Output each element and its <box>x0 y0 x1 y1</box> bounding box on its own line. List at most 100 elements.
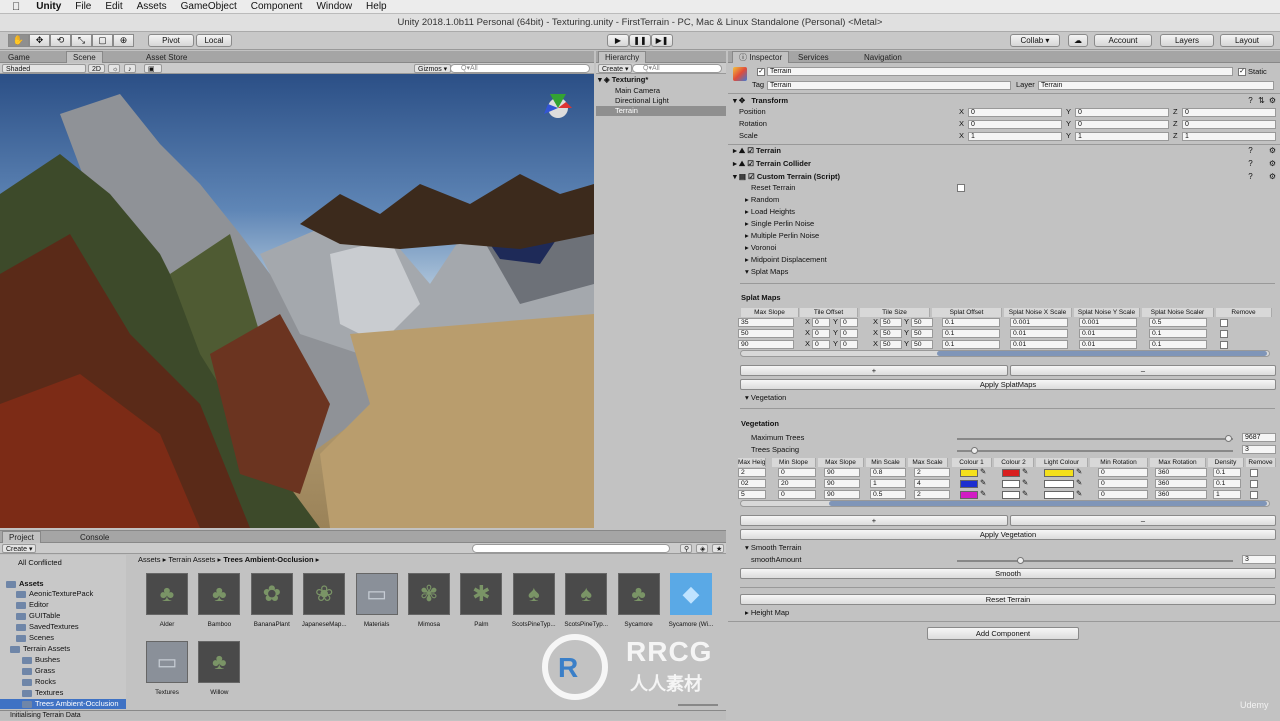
menu-file[interactable]: File <box>75 1 91 12</box>
splat-remove-checkbox[interactable] <box>1220 319 1228 327</box>
asset-item[interactable]: ✱ Palm <box>457 573 505 628</box>
foldout-midpoint-displacement[interactable]: ▸ Midpoint Displacement <box>745 255 827 265</box>
vegetation-scrollbar[interactable] <box>740 500 1270 507</box>
asset-item[interactable]: ♠ ScotsPineTyp... <box>562 573 610 628</box>
tree-item-savedtextures[interactable]: SavedTextures <box>0 622 126 632</box>
asset-item[interactable]: ♣ Sycamore <box>615 573 663 628</box>
eyedropper-icon[interactable]: ✎ <box>980 467 986 477</box>
vegetation-add-button[interactable]: + <box>740 515 1008 526</box>
splat-size-x-input[interactable]: 50 <box>880 318 902 327</box>
veg-max-rotation-input[interactable]: 360 <box>1155 479 1207 488</box>
veg-min-scale-input[interactable]: 0.5 <box>870 490 906 499</box>
help-icon[interactable]: ? <box>1246 146 1255 155</box>
transform-rotation-x-input[interactable]: 0 <box>968 120 1062 129</box>
tree-item-trees-ambient-occlusion[interactable]: Trees Ambient-Occlusion <box>0 699 126 709</box>
height-map-foldout[interactable]: ▸ Height Map <box>745 608 789 618</box>
settings-gear-icon[interactable]: ⚙ <box>1268 172 1277 181</box>
terrain-collider-header[interactable]: ▸ ⛰ ☑ Terrain Collider <box>733 159 811 169</box>
pause-button[interactable]: ❚❚ <box>629 34 651 47</box>
hierarchy-item-terrain[interactable]: Terrain <box>596 106 726 116</box>
tab-game[interactable]: Game <box>2 52 36 63</box>
asset-item[interactable]: ♠ ScotsPineTyp... <box>510 573 558 628</box>
splat-max-slope-input[interactable]: 90 <box>738 340 794 349</box>
eyedropper-icon[interactable]: ✎ <box>1076 478 1082 488</box>
apply-splatmaps-button[interactable]: Apply SplatMaps <box>740 379 1276 390</box>
trees-spacing-slider[interactable] <box>957 450 1233 452</box>
reset-terrain-checkbox[interactable] <box>957 184 965 192</box>
asset-item[interactable]: ▭ Textures <box>143 641 191 696</box>
cloud-icon[interactable]: ☁ <box>1068 34 1088 47</box>
veg-max-rotation-input[interactable]: 360 <box>1155 490 1207 499</box>
settings-gear-icon[interactable]: ⚙ <box>1268 159 1277 168</box>
splat-remove-button[interactable]: – <box>1010 365 1276 376</box>
presets-icon[interactable]: ⇅ <box>1257 96 1266 105</box>
tree-item-rocks[interactable]: Rocks <box>0 677 126 687</box>
menu-component[interactable]: Component <box>251 1 303 12</box>
favorite-star-icon[interactable]: ★ <box>712 544 724 553</box>
transform-rotation-y-input[interactable]: 0 <box>1075 120 1169 129</box>
tree-item-all-conflicted[interactable]: All Conflicted <box>0 558 126 568</box>
tree-item-grass[interactable]: Grass <box>0 666 126 676</box>
veg-max-height-input[interactable]: 5 <box>738 490 766 499</box>
light-colour-swatch[interactable] <box>1044 491 1074 499</box>
2d-toggle[interactable]: 2D <box>88 64 105 73</box>
tag-dropdown[interactable]: Terrain <box>767 81 1011 90</box>
asset-item[interactable]: ❀ JapaneseMap... <box>300 573 348 628</box>
reset-terrain-button[interactable]: Reset Terrain <box>740 594 1276 605</box>
colour2-swatch[interactable] <box>1002 469 1020 477</box>
asset-item[interactable]: ✾ Mimosa <box>405 573 453 628</box>
add-component-button[interactable]: Add Component <box>927 627 1079 640</box>
scene-search-input[interactable]: Q▾All <box>450 64 590 73</box>
scene-view[interactable] <box>0 74 594 528</box>
veg-min-scale-input[interactable]: 0.8 <box>870 468 906 477</box>
splat-noise-x-input[interactable]: 0.001 <box>1010 318 1068 327</box>
smooth-amount-slider[interactable] <box>957 560 1233 562</box>
max-trees-slider[interactable] <box>957 438 1233 440</box>
foldout-random[interactable]: ▸ Random <box>745 195 779 205</box>
step-button[interactable]: ▶❚ <box>651 34 673 47</box>
object-name-input[interactable]: Terrain <box>767 67 1233 76</box>
thumbnail-size-slider[interactable] <box>678 704 718 706</box>
layer-dropdown[interactable]: Terrain <box>1038 81 1274 90</box>
menu-help[interactable]: Help <box>366 1 387 12</box>
asset-item[interactable]: ◆ Sycamore (Wi... <box>667 573 715 628</box>
splat-max-slope-input[interactable]: 50 <box>738 329 794 338</box>
splat-offset-y-input[interactable]: 0 <box>840 318 858 327</box>
veg-max-scale-input[interactable]: 2 <box>914 490 950 499</box>
asset-item[interactable]: ▭ Materials <box>353 573 401 628</box>
colour2-swatch[interactable] <box>1002 480 1020 488</box>
settings-gear-icon[interactable]: ⚙ <box>1268 146 1277 155</box>
transform-tool-icon[interactable]: ⊕ <box>113 34 134 47</box>
audio-toggle-icon[interactable]: ♪ <box>124 64 136 73</box>
splat-offset-y-input[interactable]: 0 <box>840 340 858 349</box>
transform-rotation-z-input[interactable]: 0 <box>1182 120 1276 129</box>
veg-density-input[interactable]: 0.1 <box>1213 468 1241 477</box>
splat-noise-x-input[interactable]: 0.01 <box>1010 329 1068 338</box>
tree-item-bushes[interactable]: Bushes <box>0 655 126 665</box>
project-create-button[interactable]: Create ▾ <box>2 544 37 553</box>
transform-position-z-input[interactable]: 0 <box>1182 108 1276 117</box>
veg-max-slope-input[interactable]: 90 <box>824 490 860 499</box>
splat-offset-x-input[interactable]: 0 <box>812 329 830 338</box>
splat-noise-y-input[interactable]: 0.01 <box>1079 340 1137 349</box>
max-trees-slider-knob[interactable] <box>1225 435 1232 442</box>
help-icon[interactable]: ? <box>1246 96 1255 105</box>
foldout-single-perlin-noise[interactable]: ▸ Single Perlin Noise <box>745 219 814 229</box>
tab-project[interactable]: Project <box>2 531 41 543</box>
splat-noise-y-input[interactable]: 0.001 <box>1079 318 1137 327</box>
asset-item[interactable]: ♣ Bamboo <box>195 573 243 628</box>
shading-dropdown[interactable]: Shaded <box>2 64 86 73</box>
project-search-input[interactable] <box>472 544 670 553</box>
splat-offset-x-input[interactable]: 0 <box>812 318 830 327</box>
filter-label-icon[interactable]: ◈ <box>696 544 708 553</box>
transform-scale-z-input[interactable]: 1 <box>1182 132 1276 141</box>
transform-scale-x-input[interactable]: 1 <box>968 132 1062 141</box>
veg-min-rotation-input[interactable]: 0 <box>1098 490 1148 499</box>
veg-max-height-input[interactable]: 02 <box>738 479 766 488</box>
menu-edit[interactable]: Edit <box>105 1 122 12</box>
splat-remove-checkbox[interactable] <box>1220 330 1228 338</box>
eyedropper-icon[interactable]: ✎ <box>980 478 986 488</box>
tab-services[interactable]: Services <box>792 52 835 63</box>
splat-noise-scaler-input[interactable]: 0.1 <box>1149 340 1207 349</box>
smooth-amount-input[interactable]: 3 <box>1242 555 1276 564</box>
